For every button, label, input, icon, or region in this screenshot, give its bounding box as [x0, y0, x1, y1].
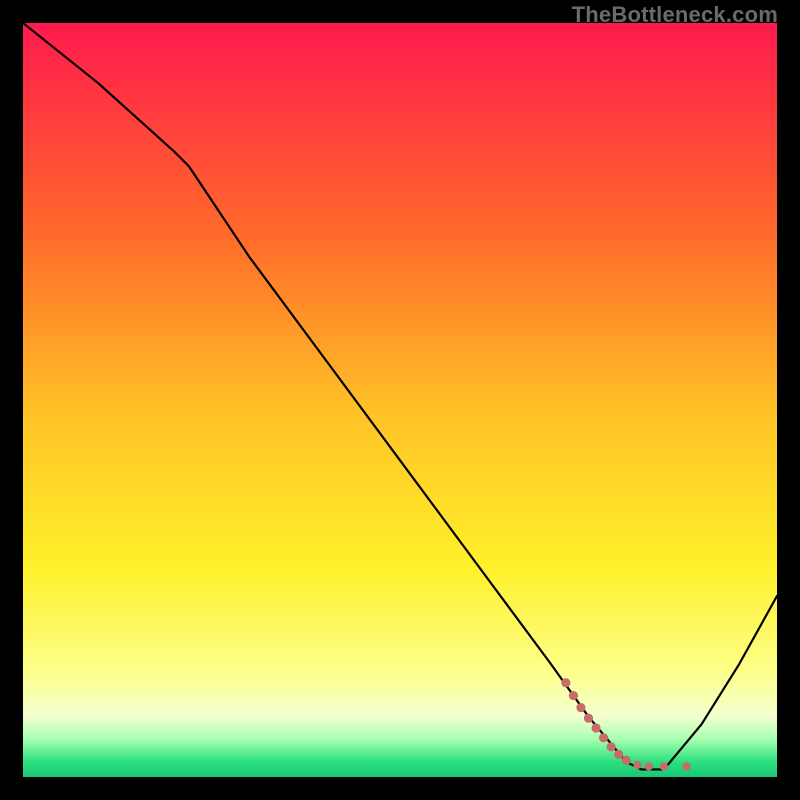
- highlight-dot: [599, 733, 608, 742]
- highlight-dot: [614, 750, 623, 759]
- highlight-dot: [645, 762, 653, 770]
- highlight-dot: [569, 691, 578, 700]
- highlight-dot: [660, 762, 668, 770]
- highlight-dot: [607, 742, 616, 751]
- highlight-dot: [622, 756, 631, 765]
- chart-frame: TheBottleneck.com: [0, 0, 800, 800]
- gradient-background: [23, 23, 777, 777]
- highlight-dot: [576, 703, 585, 712]
- chart-canvas: [23, 23, 777, 777]
- highlight-dot: [561, 678, 570, 687]
- plot-area: [23, 23, 777, 777]
- highlight-dot: [591, 723, 600, 732]
- highlight-dot: [633, 761, 641, 769]
- highlight-dot: [584, 714, 593, 723]
- highlight-dot: [682, 762, 690, 770]
